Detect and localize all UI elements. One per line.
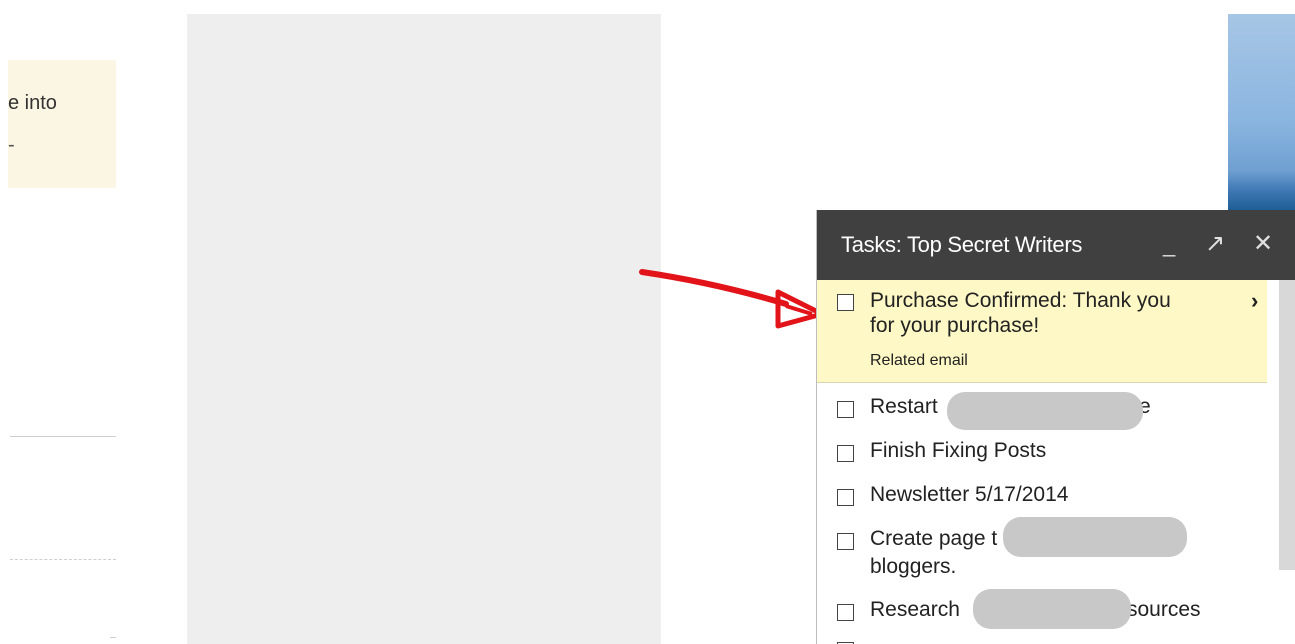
task-item[interactable]: Purchase Confirmed: Thank you › for your… bbox=[817, 280, 1267, 383]
task-item[interactable]: Create page t bloggers. bbox=[817, 517, 1267, 583]
redaction bbox=[973, 589, 1131, 629]
tasks-header: Tasks: Top Secret Writers _ ↗ ✕ bbox=[817, 210, 1295, 280]
task-checkbox[interactable] bbox=[837, 489, 854, 506]
tasks-window: Tasks: Top Secret Writers _ ↗ ✕ Purchase… bbox=[816, 210, 1295, 644]
annotation-arrow bbox=[639, 269, 825, 329]
divider-stub bbox=[110, 637, 116, 638]
chevron-right-icon[interactable]: › bbox=[1251, 288, 1258, 314]
task-title[interactable]: Newsletter 5/17/2014 bbox=[870, 483, 1068, 507]
popout-icon[interactable]: ↗ bbox=[1205, 232, 1225, 256]
notice-text-line1: e into bbox=[8, 92, 57, 114]
task-checkbox[interactable] bbox=[837, 401, 854, 418]
task-title[interactable]: Restart bbox=[870, 395, 938, 419]
notice-text-line2: - bbox=[8, 134, 15, 156]
task-item[interactable]: Restart e bbox=[817, 390, 1267, 430]
task-item[interactable]: Finish Fixing Posts bbox=[817, 434, 1267, 464]
task-title[interactable]: Create page t bbox=[870, 527, 997, 551]
task-title-cont[interactable]: bloggers. bbox=[870, 555, 956, 579]
close-icon[interactable]: ✕ bbox=[1253, 232, 1273, 256]
task-title[interactable]: Research bbox=[870, 598, 960, 622]
scrollbar[interactable] bbox=[1279, 280, 1295, 570]
content-panel bbox=[187, 14, 661, 644]
task-item[interactable]: Newsletter 5/17/2014 bbox=[817, 479, 1267, 509]
tasks-title: Tasks: Top Secret Writers bbox=[841, 232, 1083, 257]
redaction bbox=[1003, 517, 1187, 557]
divider-dashed bbox=[10, 559, 116, 560]
task-title-cont[interactable]: for your purchase! bbox=[870, 314, 1039, 338]
redaction bbox=[947, 392, 1143, 430]
minimize-button[interactable]: _ bbox=[1163, 234, 1175, 256]
notice-box: e into - bbox=[8, 60, 116, 188]
task-title[interactable]: Finish Fixing Posts bbox=[870, 439, 1046, 463]
task-title-tail[interactable]: sources bbox=[1127, 598, 1201, 622]
task-checkbox[interactable] bbox=[837, 445, 854, 462]
task-title[interactable]: Purchase Confirmed: Thank you bbox=[870, 289, 1171, 313]
related-email-link[interactable]: Related email bbox=[870, 352, 968, 370]
task-checkbox[interactable] bbox=[837, 533, 854, 550]
divider-solid bbox=[10, 436, 116, 437]
task-checkbox[interactable] bbox=[837, 294, 854, 311]
task-checkbox[interactable] bbox=[837, 604, 854, 621]
task-item-partial[interactable] bbox=[817, 636, 1267, 644]
task-item[interactable]: Research sources bbox=[817, 589, 1267, 629]
background-photo bbox=[1228, 14, 1295, 210]
